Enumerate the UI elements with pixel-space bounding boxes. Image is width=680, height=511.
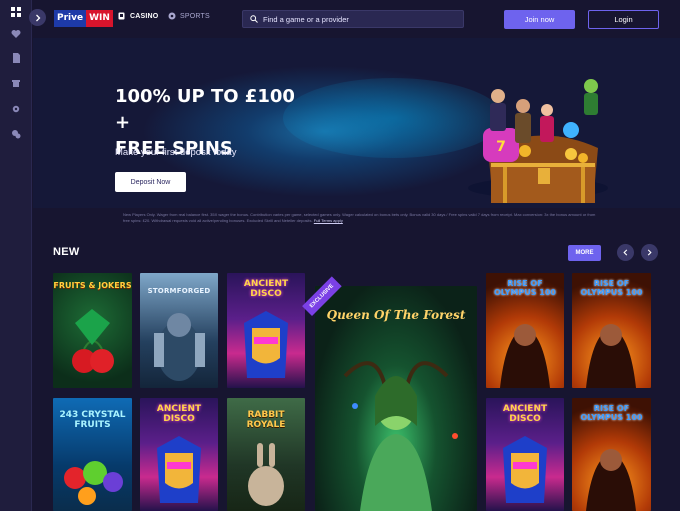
nav-casino-label: CASINO [130,12,159,20]
document-icon[interactable] [8,50,24,66]
full-terms-link[interactable]: Full Terms apply [314,218,343,223]
terms-body: New Players Only. Wager from real balanc… [123,212,596,223]
hero-subtitle: Make your first deposit today [115,147,237,158]
game-title: RABBIT ROYALE [246,410,286,430]
game-title: STORMFORGED [147,287,211,295]
game-tile-rise-of-olympus[interactable]: RISE OF OLYMPUS 100 [486,273,564,388]
game-tile-rabbit-royale[interactable]: RABBIT ROYALE [227,398,305,511]
logo-text-right: WIN [86,10,113,27]
hero-banner: 100% UP TO £100 + FREE SPINS Make your f… [33,38,680,208]
logo-text-left: Prive [54,10,87,27]
chevron-right-icon [647,249,652,256]
join-now-button[interactable]: Join now [504,10,575,29]
logo[interactable]: Prive WIN [54,10,113,27]
nav-sports-label: SPORTS [180,12,210,20]
gear-icon[interactable] [8,101,24,117]
game-title: RISE OF OLYMPUS 100 [580,404,643,422]
game-tile-243-crystal-fruits[interactable]: 243 CRYSTAL FRUITS [53,398,132,511]
login-button[interactable]: Login [588,10,659,29]
hero-title-line1: 100% UP TO £100 + [115,86,295,133]
game-title: RISE OF OLYMPUS 100 [493,279,556,297]
treasure-chest-illustration: 7 [468,79,608,203]
game-tile-rise-of-olympus[interactable]: RISE OF OLYMPUS 100 [572,398,651,511]
fruits-art [72,309,114,373]
carousel-prev-button[interactable] [617,244,634,261]
nav-sports[interactable]: SPORTS [168,12,210,20]
game-tile-fruits-jokers[interactable]: FRUITS & JOKERS [53,273,132,388]
chevron-right-icon [35,14,40,21]
game-title: ANCIENT DISCO [156,404,202,424]
carousel-next-button[interactable] [641,244,658,261]
gift-icon[interactable] [8,74,24,90]
cards-icon [118,12,125,20]
game-title: FRUITS & JOKERS [53,281,132,290]
search-input[interactable] [263,14,453,24]
game-tile-ancient-disco[interactable]: ANCIENT DISCO [140,398,218,511]
game-tile-ancient-disco[interactable]: ANCIENT DISCO [486,398,564,511]
section-title-new: NEW [53,246,80,258]
game-title: 243 CRYSTAL FRUITS [59,410,126,430]
game-tile-stormforged[interactable]: STORMFORGED [140,273,218,388]
svg-text:7: 7 [496,139,506,155]
chevron-left-icon [623,249,628,256]
sidebar-expand-button[interactable] [29,9,46,26]
game-title: ANCIENT DISCO [502,404,548,424]
game-tile-queen-of-the-forest[interactable]: Queen Of The Forest [315,286,477,511]
left-sidebar [0,0,32,511]
game-title: RISE OF OLYMPUS 100 [580,279,643,297]
game-title: ANCIENT DISCO [243,279,289,299]
terms-text: New Players Only. Wager from real balanc… [123,212,603,224]
nav-casino[interactable]: CASINO [118,12,158,20]
search-box[interactable] [242,10,464,28]
game-title: Queen Of The Forest [326,308,466,322]
game-tile-rise-of-olympus[interactable]: RISE OF OLYMPUS 100 [572,273,651,388]
chat-icon[interactable] [8,126,24,142]
heart-icon[interactable] [8,26,24,42]
game-tile-ancient-disco[interactable]: ANCIENT DISCO [227,273,305,388]
grid-icon[interactable] [8,4,24,20]
ball-icon [168,12,176,20]
search-icon [250,15,258,23]
more-button[interactable]: MORE [568,245,601,261]
deposit-now-button[interactable]: Deposit Now [115,172,186,192]
